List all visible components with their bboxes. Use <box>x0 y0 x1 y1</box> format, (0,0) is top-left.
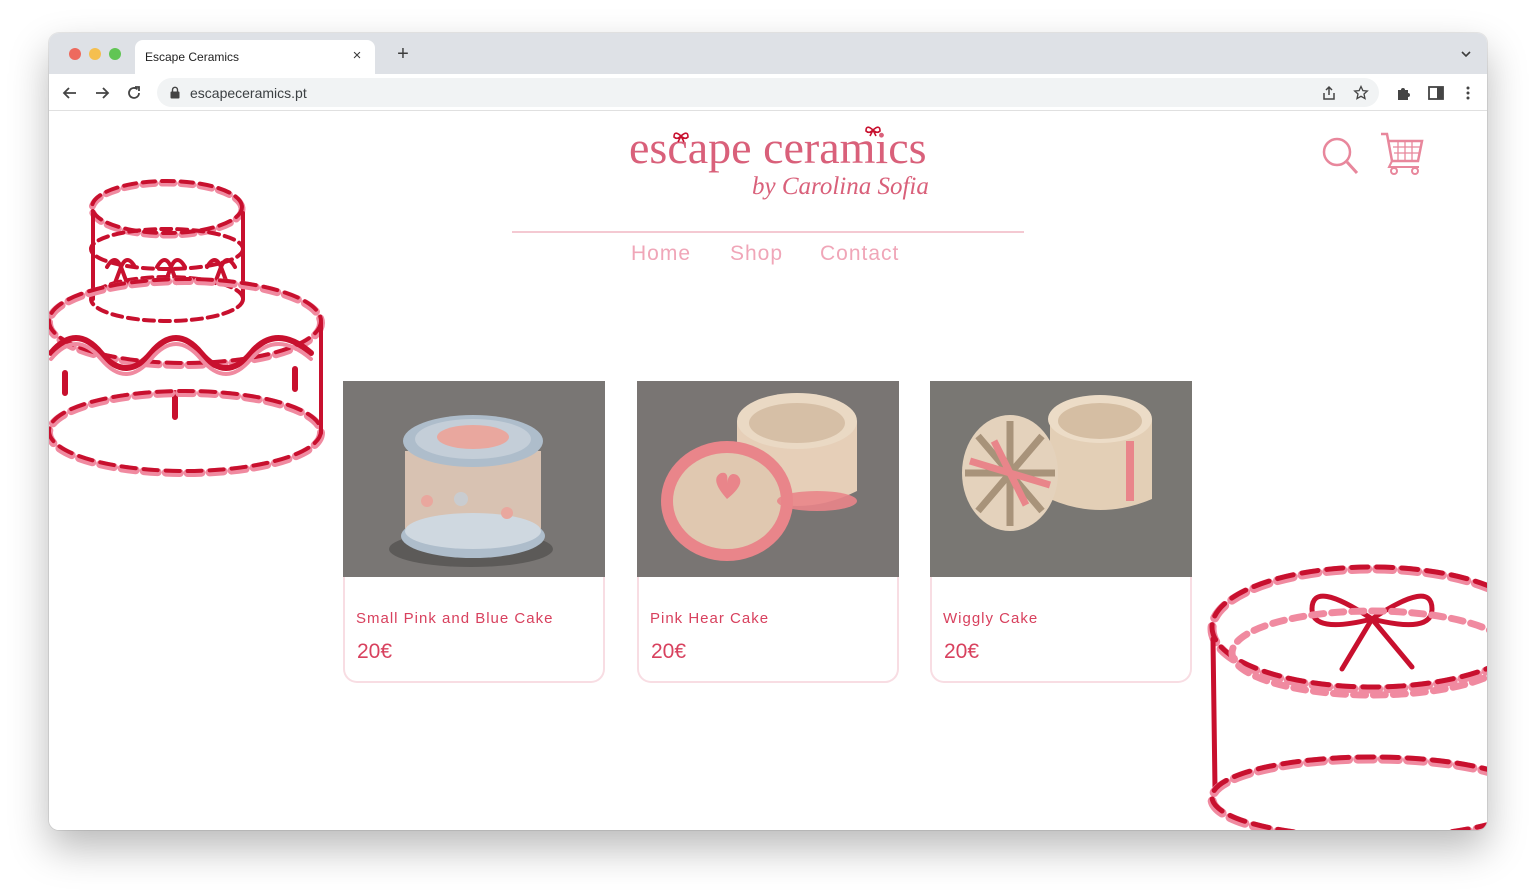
back-arrow-icon[interactable] <box>60 83 80 103</box>
chevron-down-icon[interactable] <box>1459 47 1473 61</box>
share-icon[interactable] <box>1321 85 1337 101</box>
bookmark-star-icon[interactable] <box>1353 85 1369 101</box>
cake-illustration-left <box>49 179 325 477</box>
product-card[interactable]: Pink Hear Cake 20€ <box>637 381 899 683</box>
shopping-cart-icon[interactable] <box>1379 131 1425 177</box>
product-image[interactable] <box>343 381 605 577</box>
address-bar[interactable]: escapeceramics.pt <box>157 78 1379 107</box>
product-price: 20€ <box>651 640 687 663</box>
extensions-icon[interactable] <box>1395 84 1413 102</box>
lock-icon <box>170 86 180 99</box>
url-text[interactable]: escapeceramics.pt <box>190 85 307 101</box>
product-image[interactable] <box>637 381 899 577</box>
cake-illustration-right <box>1207 564 1487 830</box>
maximize-window-button[interactable] <box>109 48 121 60</box>
nav-contact-link[interactable]: Contact <box>820 242 899 266</box>
product-card[interactable]: Small Pink and Blue Cake 20€ <box>343 381 605 683</box>
reload-icon[interactable] <box>124 83 144 103</box>
product-price: 20€ <box>944 640 980 663</box>
product-name[interactable]: Small Pink and Blue Cake <box>356 610 553 627</box>
product-image[interactable] <box>930 381 1192 577</box>
browser-window: Escape Ceramics × + escapeceramics.pt es… <box>49 33 1487 830</box>
nav-shop-link[interactable]: Shop <box>730 242 783 266</box>
product-card[interactable]: Wiggly Cake 20€ <box>930 381 1192 683</box>
forward-arrow-icon[interactable] <box>92 83 112 103</box>
browser-tab[interactable]: Escape Ceramics × <box>135 40 375 74</box>
site-logo-subtitle: by Carolina Sofia <box>752 173 929 200</box>
tab-close-icon[interactable]: × <box>348 47 366 65</box>
new-tab-button[interactable]: + <box>393 44 413 64</box>
tab-title: Escape Ceramics <box>145 50 240 64</box>
product-name[interactable]: Wiggly Cake <box>943 610 1038 627</box>
bow-icon <box>865 126 881 137</box>
web-page: escape ceramics by Carolina Sofia Home S… <box>49 111 1487 830</box>
product-name[interactable]: Pink Hear Cake <box>650 610 769 627</box>
bow-icon <box>673 132 689 143</box>
browser-toolbar: escapeceramics.pt <box>49 74 1487 111</box>
search-icon[interactable] <box>1321 136 1359 176</box>
kebab-menu-icon[interactable] <box>1459 84 1477 102</box>
side-panel-icon[interactable] <box>1427 84 1445 102</box>
tab-strip: Escape Ceramics × + <box>49 33 1487 74</box>
minimize-window-button[interactable] <box>89 48 101 60</box>
header-divider <box>512 231 1024 233</box>
nav-home-link[interactable]: Home <box>631 242 691 266</box>
product-price: 20€ <box>357 640 393 663</box>
close-window-button[interactable] <box>69 48 81 60</box>
